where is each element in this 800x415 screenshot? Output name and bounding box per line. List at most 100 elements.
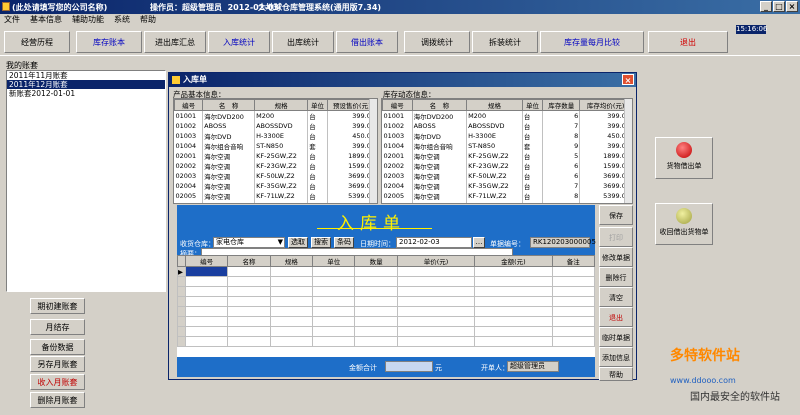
table-cell: KF-23GW,Z2 — [466, 161, 523, 171]
table-row[interactable]: 01001 海尔DVD200 M200 台 6 399.00 — [382, 110, 632, 121]
table-cell: 02005 — [382, 191, 413, 201]
delete-row-button[interactable]: 删除行 — [599, 267, 633, 287]
table-row[interactable]: 01003 海尔DVD H-3300E 台 450.00 — [174, 131, 377, 141]
table-row[interactable]: 02006海尔空调KFRD-50LW台95399.00 — [382, 201, 632, 203]
lend-out-button[interactable]: 货物借出单 — [655, 137, 713, 179]
clear-button[interactable]: 清空 — [599, 287, 633, 307]
add-info-button[interactable]: 添加信息 — [599, 347, 633, 367]
toolbar-button[interactable]: 经营历程 — [4, 31, 70, 53]
onion-icon — [676, 208, 692, 224]
list-item[interactable]: 2011年11月账套 — [7, 71, 165, 80]
table-cell: 5 — [542, 151, 581, 161]
table-cell: 海尔空调 — [412, 151, 468, 161]
account-list[interactable]: 2011年11月账套 2011年12月账套 新账套2012-01-01 — [6, 70, 166, 292]
table-row[interactable]: 01001 海尔DVD200 M200 台 399.00 — [174, 110, 377, 121]
table-cell: 台 — [307, 201, 328, 203]
table-row[interactable]: 02005 海尔空调 KF-71LW,Z2 台 8 5399.00 — [382, 191, 632, 201]
barcode-button[interactable]: 条码 — [334, 237, 354, 248]
import-button[interactable]: 收入月账套 — [30, 374, 85, 390]
column-header: 规格 — [466, 99, 523, 111]
table-row[interactable] — [177, 286, 596, 297]
table-row[interactable] — [177, 316, 596, 327]
toolbar-button[interactable]: 借出账本 — [336, 31, 398, 53]
toolbar-button[interactable]: 库存账本 — [76, 31, 142, 53]
table-row[interactable] — [177, 336, 596, 347]
toolbar-button[interactable]: 调拨统计 — [404, 31, 470, 53]
table-row[interactable] — [177, 296, 596, 307]
table-row[interactable] — [177, 276, 596, 287]
table-row[interactable] — [177, 326, 596, 337]
toolbar-button[interactable]: 入库统计 — [208, 31, 270, 53]
table-row[interactable]: 02002 海尔空调 KF-23GW,Z2 台 6 1599.00 — [382, 161, 632, 171]
close-button[interactable]: × — [786, 1, 798, 12]
column-header: 单位 — [307, 99, 328, 111]
table-row[interactable]: 01004 海尔组合音响 ST-N850 套 9 399.00 — [382, 141, 632, 151]
scrollbar[interactable] — [624, 99, 632, 203]
table-row[interactable]: 02001 海尔空调 KF-25GW,Z2 台 1899.00 — [174, 151, 377, 161]
print-button[interactable]: 打印 — [599, 227, 633, 247]
table-cell: 套 — [307, 141, 328, 151]
datetime-field[interactable]: 2012-02-03 15:16:05 — [396, 237, 472, 255]
table-cell: 02002 — [382, 161, 413, 171]
entry-grid[interactable]: 编号 名称 规格 单位 数量 单价(元) 金额(元) 备注 ▶ — [177, 255, 596, 357]
toolbar-button[interactable]: 进出库汇总 — [144, 31, 206, 53]
table-row[interactable] — [177, 306, 596, 317]
list-item[interactable]: 2011年12月账套 — [7, 80, 165, 89]
exit-dialog-button[interactable]: 退出 — [599, 307, 633, 327]
menu-help[interactable]: 帮助 — [140, 14, 156, 26]
backup-button[interactable]: 备份数据 — [30, 339, 85, 355]
exit-button[interactable]: 退出 — [648, 31, 728, 53]
warehouse-select[interactable]: 家电仓库 ▼ — [213, 237, 285, 248]
minimize-button[interactable]: _ — [760, 1, 772, 12]
menu-file[interactable]: 文件 — [4, 14, 20, 26]
table-row[interactable]: 01002 ABOSS ABOSSDVD 台 399.00 — [174, 121, 377, 131]
table-row[interactable]: 02003 海尔空调 KF-50LW,Z2 台 3699.00 — [174, 171, 377, 181]
temp-doc-button[interactable]: 临时单据 — [599, 327, 633, 347]
table-cell — [474, 266, 553, 277]
dialog-close-button[interactable]: × — [622, 74, 634, 85]
help-button[interactable]: 帮助 — [599, 367, 633, 381]
table-row[interactable]: 02004 海尔空调 KF-35GW,Z2 台 3699.00 — [174, 181, 377, 191]
delete-account-button[interactable]: 删除月账套 — [30, 392, 85, 408]
menu-aux[interactable]: 辅助功能 — [72, 14, 104, 26]
save-button[interactable]: 保存 — [599, 205, 633, 225]
account-panel: 我的账套 2011年11月账套 2011年12月账套 新账套2012-01-01… — [2, 58, 166, 408]
table-cell: 套 — [522, 141, 544, 151]
table-row[interactable]: 01002 ABOSS ABOSSDVD 台 7 399.00 — [382, 121, 632, 131]
menu-basic-info[interactable]: 基本信息 — [30, 14, 62, 26]
toolbar-button[interactable]: 库存量每月比较 — [540, 31, 644, 53]
table-row[interactable]: 02004 海尔空调 KF-35GW,Z2 台 7 3699.00 — [382, 181, 632, 191]
save-as-button[interactable]: 另存月账套 — [30, 356, 85, 372]
init-account-button[interactable]: 期初建账套 — [30, 298, 85, 314]
table-row[interactable]: 02003 海尔空调 KF-50LW,Z2 台 6 3699.00 — [382, 171, 632, 181]
table-row[interactable]: 02002 海尔空调 KF-23GW,Z2 台 1599.00 — [174, 161, 377, 171]
toolbar-button[interactable]: 拆装统计 — [472, 31, 538, 53]
table-cell — [227, 316, 271, 327]
list-item[interactable]: 新账套2012-01-01 — [7, 89, 165, 98]
edit-doc-button[interactable]: 修改单据 — [599, 247, 633, 267]
stock-grid[interactable]: 编号名 称规格 单位 库存数量 库存均价(元) 01001 海尔DVD200 M200 台 6… — [381, 98, 633, 204]
toolbar-button[interactable]: 出库统计 — [272, 31, 334, 53]
table-row[interactable]: 02001 海尔空调 KF-25GW,Z2 台 5 1899.00 — [382, 151, 632, 161]
table-cell: H-3300E — [466, 131, 523, 141]
product-grid[interactable]: 编号名 称规格 单位 预设售价(元) 01001 海尔DVD200 M200 台 399.0… — [173, 98, 378, 204]
month-close-button[interactable]: 月结存 — [30, 319, 85, 335]
search-button[interactable]: 搜索 — [311, 237, 331, 248]
datetime-picker-button[interactable]: … — [473, 237, 485, 248]
table-cell — [227, 276, 271, 287]
return-lent-button[interactable]: 收回借出货物单 — [655, 203, 713, 245]
table-row[interactable]: 01004 海尔组合音响 ST-N850 套 399.00 — [174, 141, 377, 151]
menu-system[interactable]: 系统 — [114, 14, 130, 26]
table-cell — [354, 266, 398, 277]
table-row[interactable]: ▶ — [177, 266, 596, 277]
maximize-button[interactable]: □ — [773, 1, 785, 12]
select-button[interactable]: 选取 — [288, 237, 308, 248]
table-cell: 海尔组合音响 — [412, 141, 468, 151]
scrollbar[interactable] — [369, 99, 377, 203]
table-row[interactable]: 02005 海尔空调 KF-71LW,Z2 台 5399.00 — [174, 191, 377, 201]
column-header: 名 称 — [411, 99, 468, 111]
table-row[interactable]: 01003 海尔DVD H-3300E 台 8 450.00 — [382, 131, 632, 141]
table-cell: KFRD-50LW — [254, 201, 309, 203]
table-row[interactable]: 02006海尔空调KFRD-50LW台5399.00 — [174, 201, 377, 203]
table-cell — [551, 276, 596, 287]
